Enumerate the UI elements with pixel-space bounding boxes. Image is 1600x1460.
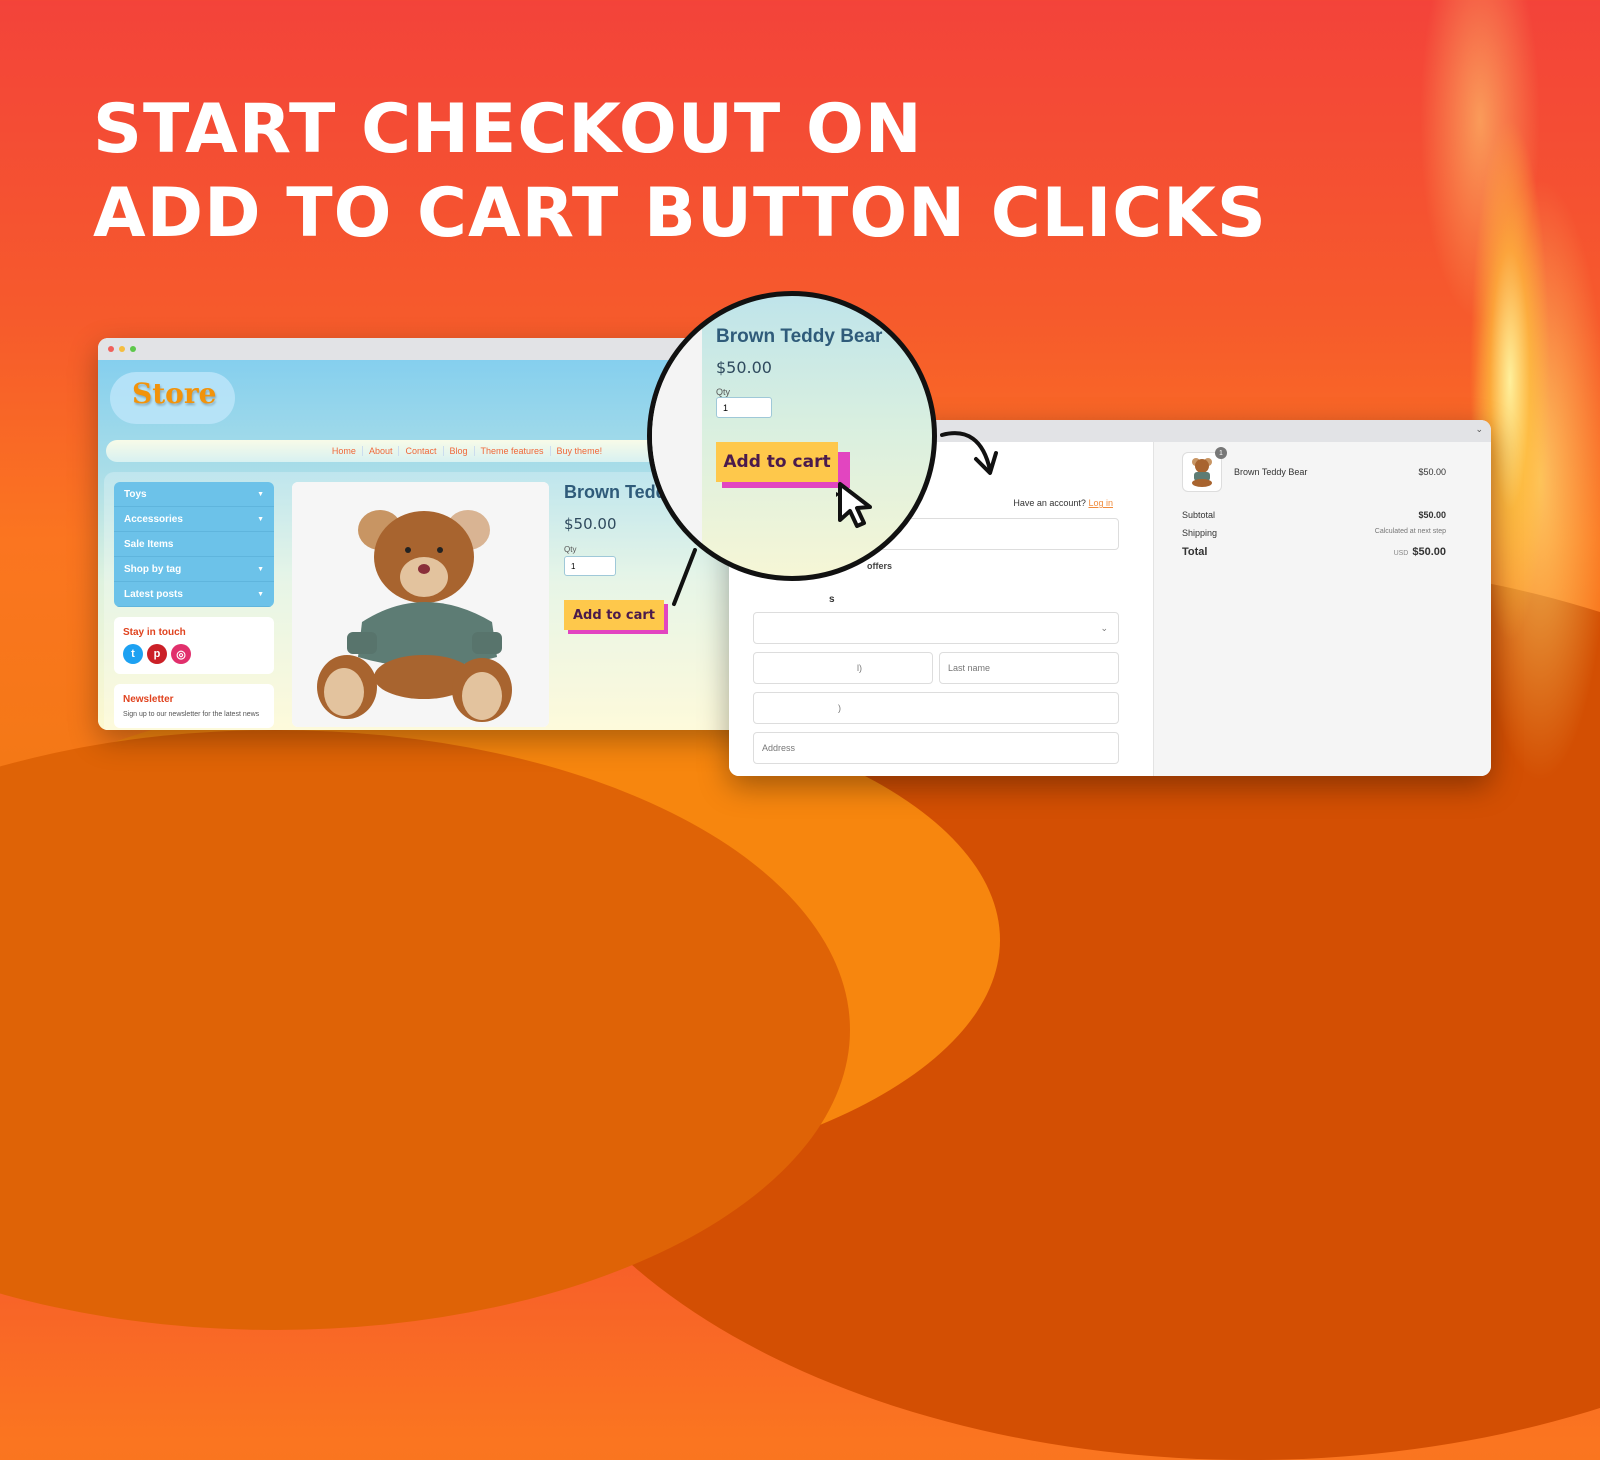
last-name-placeholder: Last name: [948, 663, 991, 673]
caret-down-icon[interactable]: ▼: [257, 491, 264, 498]
company-field[interactable]: ): [753, 692, 1119, 724]
chevron-down-icon[interactable]: ⌄: [1475, 424, 1483, 435]
quantity-badge: 1: [1215, 447, 1227, 459]
stay-in-touch-card: Stay in touch t p ◎: [114, 617, 274, 674]
have-account-text: Have an account?: [1013, 498, 1086, 508]
sidebar-item-label: Sale Items: [124, 538, 174, 550]
qty-input[interactable]: 1: [564, 556, 616, 576]
product-image[interactable]: [292, 482, 549, 727]
magnified-add-to-cart-button[interactable]: Add to cart: [716, 442, 838, 482]
close-dot-icon[interactable]: [108, 346, 114, 352]
caret-down-icon[interactable]: ▼: [257, 566, 264, 573]
nav-theme-features[interactable]: Theme features: [475, 446, 551, 456]
shipping-value: Calculated at next step: [1374, 528, 1446, 535]
maximize-dot-icon[interactable]: [130, 346, 136, 352]
curved-arrow-icon: [940, 431, 998, 475]
sidebar-item-accessories[interactable]: Accessories ▼: [114, 507, 274, 532]
magnified-qty-label: Qty: [716, 387, 731, 397]
order-summary: 1 Brown Teddy Bear $50.00 Subtotal $50.0…: [1153, 442, 1491, 776]
last-name-field[interactable]: Last name: [939, 652, 1119, 684]
magnified-product-title: Brown Teddy Bear: [716, 326, 883, 347]
caret-down-icon[interactable]: ▼: [257, 591, 264, 598]
item-name: Brown Teddy Bear: [1234, 467, 1308, 477]
sidebar-menu: Toys ▼ Accessories ▼ Sale Items Shop by ta…: [114, 482, 274, 607]
add-to-cart-button[interactable]: Add to cart: [564, 600, 664, 630]
item-price: $50.00: [1418, 467, 1446, 477]
total-value: $50.00: [1412, 546, 1446, 558]
teddy-bear-thumbnail: [1192, 458, 1212, 487]
sidebar-item-label: Latest posts: [124, 588, 183, 600]
login-prompt: Have an account? Log in: [1013, 498, 1113, 508]
instagram-icon[interactable]: ◎: [171, 644, 191, 664]
product-thumbnail: 1: [1182, 447, 1227, 492]
stay-in-touch-title: Stay in touch: [123, 627, 186, 638]
magnified-product-price: $50.00: [716, 358, 772, 377]
pinterest-icon[interactable]: p: [147, 644, 167, 664]
magnified-product-info: Brown Teddy Bear $50.00 Qty 1 Add to car…: [716, 326, 882, 488]
first-name-placeholder: l): [857, 663, 862, 673]
mouse-pointer-icon: [836, 482, 872, 528]
nav-home[interactable]: Home: [326, 446, 363, 456]
login-link[interactable]: Log in: [1088, 498, 1113, 508]
minimize-dot-icon[interactable]: [119, 346, 125, 352]
chevron-down-icon: ⌄: [1100, 622, 1108, 633]
delivery-section-title: s: [829, 594, 835, 605]
first-name-field[interactable]: l): [753, 652, 933, 684]
sidebar-item-label: Toys: [124, 488, 147, 500]
newsletter-text: Sign up to our newsletter for the latest…: [123, 711, 260, 718]
shipping-row: Shipping Calculated at next step: [1182, 528, 1446, 538]
address-field[interactable]: Address: [753, 732, 1119, 764]
nav-about[interactable]: About: [363, 446, 400, 456]
twitter-icon[interactable]: t: [123, 644, 143, 664]
headline-line-2: ADD TO CART BUTTON CLICKS: [93, 174, 1267, 253]
sidebar-item-toys[interactable]: Toys ▼: [114, 482, 274, 507]
total-label: Total: [1182, 546, 1208, 558]
subtotal-row: Subtotal $50.00: [1182, 510, 1446, 520]
newsletter-title: Newsletter: [123, 694, 174, 705]
sidebar-item-label: Accessories: [124, 513, 183, 525]
country-select[interactable]: ⌄: [753, 612, 1119, 644]
headline: START CHECKOUT ON ADD TO CART BUTTON CLI…: [93, 88, 1267, 256]
newsletter-card: Newsletter Sign up to our newsletter for…: [114, 684, 274, 728]
nav-buy-theme[interactable]: Buy theme!: [551, 446, 609, 456]
teddy-bear-image: [292, 482, 549, 727]
add-to-cart-wrapper: Add to cart: [564, 600, 668, 634]
nav-contact[interactable]: Contact: [399, 446, 444, 456]
subtotal-label: Subtotal: [1182, 510, 1216, 520]
currency-code: USD: [1393, 550, 1409, 557]
magnified-add-to-cart-wrapper: Add to cart: [716, 442, 856, 488]
caret-down-icon[interactable]: ▼: [257, 516, 264, 523]
store-logo-text[interactable]: Store: [132, 377, 216, 410]
social-links: t p ◎: [123, 644, 265, 664]
magnified-qty-input[interactable]: 1: [716, 397, 772, 418]
summary-line-item: 1 Brown Teddy Bear $50.00: [1182, 447, 1446, 492]
shipping-label: Shipping: [1182, 528, 1218, 538]
subtotal-value: $50.00: [1418, 510, 1446, 520]
offers-checkbox-label[interactable]: offers: [867, 561, 892, 571]
magnified-image-edge: [652, 296, 702, 576]
headline-line-1: START CHECKOUT ON: [93, 90, 923, 169]
company-placeholder: ): [838, 703, 841, 713]
sidebar-item-sale-items[interactable]: Sale Items: [114, 532, 274, 557]
nav-blog[interactable]: Blog: [444, 446, 475, 456]
sidebar: Toys ▼ Accessories ▼ Sale Items Shop by ta…: [114, 482, 274, 728]
sidebar-item-label: Shop by tag: [124, 563, 182, 575]
address-placeholder: Address: [762, 743, 796, 753]
sidebar-item-shop-by-tag[interactable]: Shop by tag ▼: [114, 557, 274, 582]
sidebar-item-latest-posts[interactable]: Latest posts ▼: [114, 582, 274, 607]
total-row: Total USD $50.00: [1182, 546, 1446, 558]
